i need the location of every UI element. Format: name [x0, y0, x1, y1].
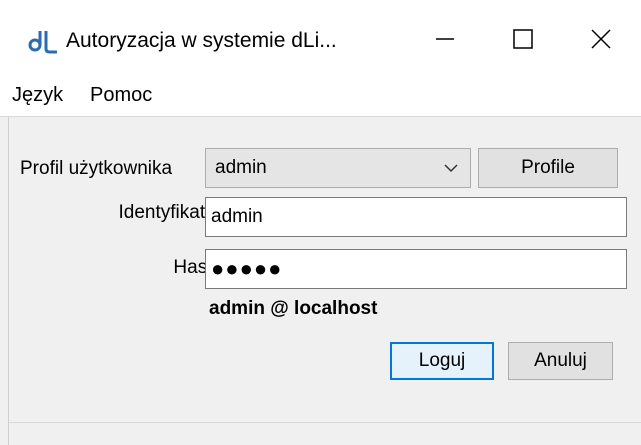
profile-select-value: admin	[215, 157, 267, 178]
footer-divider	[9, 422, 641, 423]
profile-select[interactable]: admin	[205, 148, 471, 188]
password-input[interactable]: ●●●●●	[205, 249, 627, 289]
title-bar: Autoryzacja w systemie dLi...	[0, 0, 641, 78]
close-icon	[591, 29, 611, 49]
profile-label: Profil użytkownika	[20, 158, 173, 179]
identifier-input[interactable]: admin	[205, 197, 627, 237]
cancel-button[interactable]: Anuluj	[508, 342, 613, 380]
window-title: Autoryzacja w systemie dLi...	[66, 29, 337, 52]
maximize-button[interactable]	[483, 0, 563, 78]
form-panel: Profil użytkownika admin Profile Identyf…	[8, 117, 641, 445]
menu-language[interactable]: Język	[12, 84, 63, 107]
close-button[interactable]	[561, 0, 641, 78]
minimize-button[interactable]	[405, 0, 485, 78]
login-button[interactable]: Loguj	[390, 342, 494, 380]
connection-status: admin @ localhost	[209, 298, 378, 319]
menu-bar: Język Pomoc	[0, 78, 641, 117]
app-logo-icon	[28, 31, 57, 54]
menu-help[interactable]: Pomoc	[90, 84, 152, 107]
profile-button[interactable]: Profile	[478, 148, 618, 188]
minimize-icon	[436, 38, 454, 40]
chevron-down-icon	[444, 164, 458, 173]
login-dialog: Autoryzacja w systemie dLi... Język Pomo…	[0, 0, 641, 445]
maximize-icon	[513, 29, 533, 49]
